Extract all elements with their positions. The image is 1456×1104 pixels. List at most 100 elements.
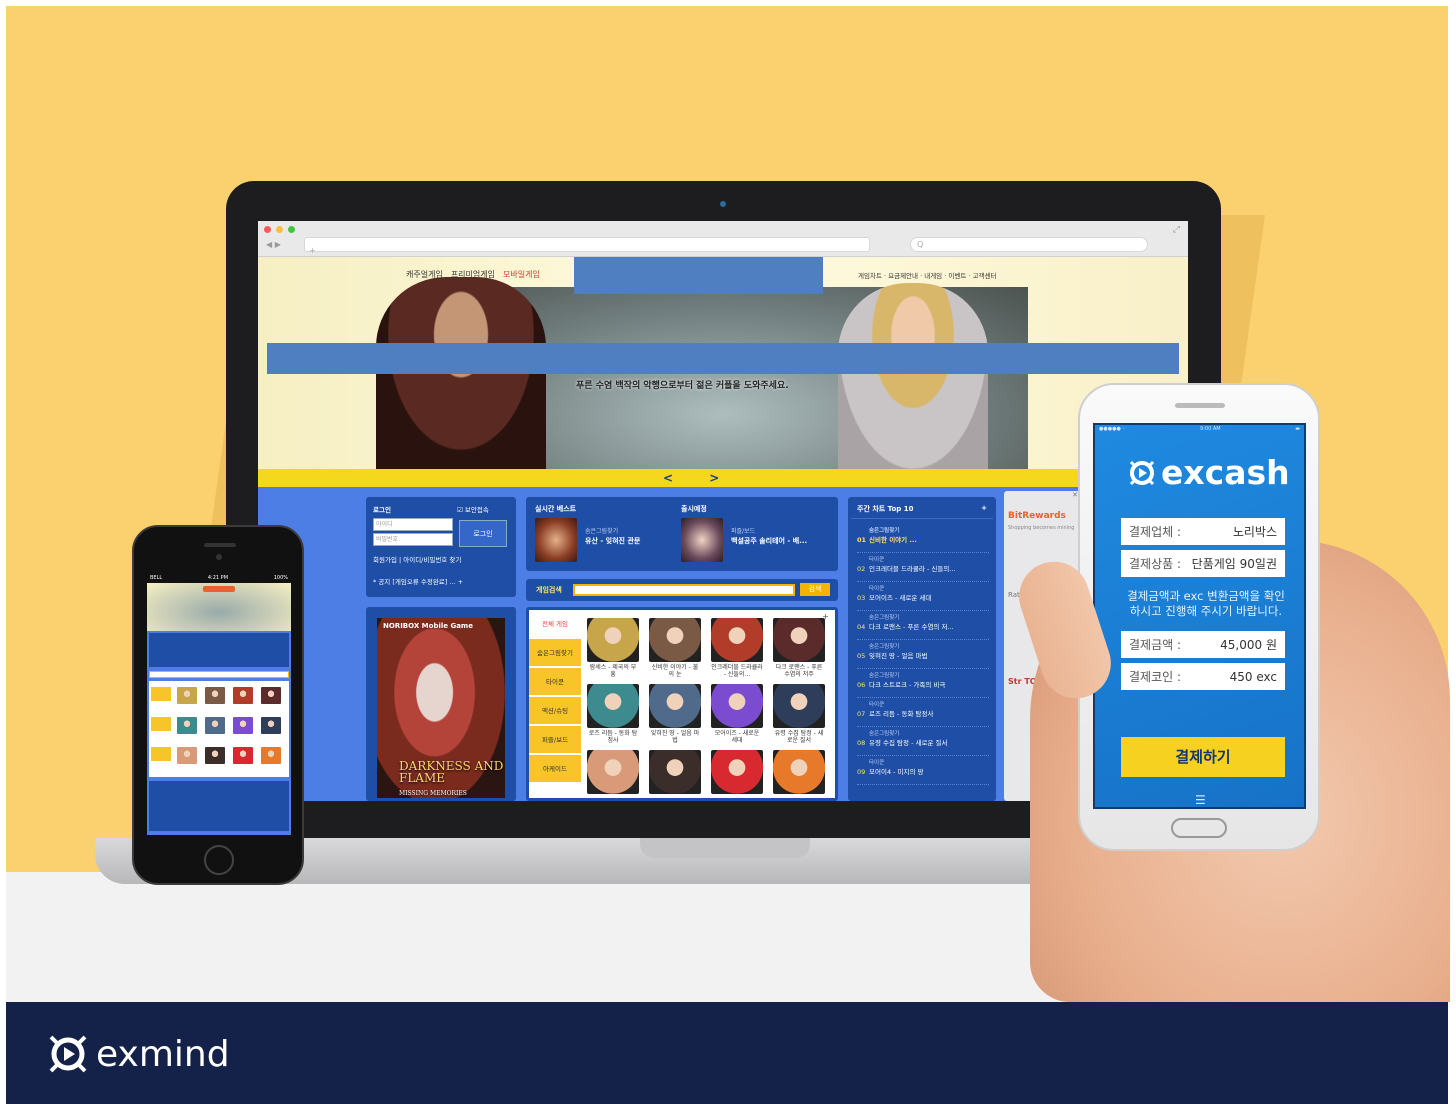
secure-login-checkbox[interactable]: ☑ 보안접속: [457, 504, 489, 514]
weekly-more-icon[interactable]: +: [981, 504, 987, 512]
realtime-game-name[interactable]: 유산 - 잊혀진 관문: [585, 536, 640, 546]
mini-game-thumb[interactable]: [233, 717, 253, 734]
address-bar[interactable]: +: [304, 237, 870, 255]
laptop-notch: [640, 838, 810, 858]
weekly-item[interactable]: 타이쿤 09 모어이4 - 미지의 땅: [857, 758, 989, 785]
fullscreen-icon[interactable]: ⤢: [1173, 225, 1180, 235]
back-forward-icons[interactable]: ◀ ▶: [266, 240, 281, 249]
game-card[interactable]: [711, 750, 763, 796]
weekly-item[interactable]: 숨은그림찾기 06 다크 스트로크 - 가족의 비극: [857, 671, 989, 698]
release-game-name[interactable]: 백설공주 솔리테어 - 배...: [731, 536, 807, 546]
weekly-item[interactable]: 숨은그림찾기 08 유령 수집 탐정 - 새로운 질서: [857, 729, 989, 756]
mini-category[interactable]: [151, 687, 171, 701]
mini-game-thumb[interactable]: [177, 747, 197, 764]
mini-game-thumb[interactable]: [233, 747, 253, 764]
game-thumbnail[interactable]: [773, 618, 825, 662]
maximize-dot-icon[interactable]: [288, 226, 295, 233]
game-thumbnail[interactable]: [587, 618, 639, 662]
game-card[interactable]: 유령 수집 탐정 - 새로운 질서: [773, 684, 825, 744]
game-card[interactable]: 다크 로맨스 - 푸른 수염의 저주: [773, 618, 825, 678]
game-thumbnail[interactable]: [587, 750, 639, 794]
game-thumbnail[interactable]: [587, 684, 639, 728]
game-thumbnail[interactable]: [711, 750, 763, 794]
game-card[interactable]: [587, 750, 639, 796]
home-button[interactable]: [204, 845, 234, 875]
game-card[interactable]: 잊혀진 땅 - 얼음 마법: [649, 684, 701, 744]
game-card[interactable]: 람세스 - 제국의 부흥: [587, 618, 639, 678]
game-card[interactable]: 인크레더블 드라큘라 - 신들의...: [711, 618, 763, 678]
game-thumbnail[interactable]: [649, 618, 701, 662]
browser-search-input[interactable]: Q: [910, 237, 1148, 252]
game-thumbnail[interactable]: [649, 750, 701, 794]
mini-game-thumb[interactable]: [261, 717, 281, 734]
more-plus-icon[interactable]: +: [822, 612, 829, 621]
game-search-input[interactable]: [573, 584, 795, 596]
mini-search[interactable]: [149, 671, 289, 678]
menu-premium[interactable]: 프리미엄게임: [451, 269, 495, 280]
game-thumbnail[interactable]: [711, 618, 763, 662]
weekly-item[interactable]: 숨은그림찾기 04 다크 로맨스 - 푸른 수염의 저...: [857, 613, 989, 640]
weekly-item[interactable]: 숨은그림찾기 01 신비한 이야기 ...: [857, 526, 989, 553]
mini-game-thumb[interactable]: [205, 717, 225, 734]
weekly-rank: 09: [857, 768, 866, 776]
mini-category[interactable]: [151, 747, 171, 761]
slider-arrows-icon[interactable]: < >: [663, 471, 735, 485]
category-arcade[interactable]: 아케이드: [529, 755, 581, 784]
hamburger-menu-icon[interactable]: ☰: [1195, 793, 1206, 807]
game-thumbnail[interactable]: [773, 750, 825, 794]
search-button[interactable]: 검색: [800, 583, 830, 596]
weekly-item[interactable]: 숨은그림찾기 05 잊혀진 땅 - 얼음 마법: [857, 642, 989, 669]
menu-casual[interactable]: 캐주얼게임: [406, 269, 443, 280]
utility-menu[interactable]: 게임차트 · 요금제안내 · 내게임 · 이벤트 · 고객센터: [858, 270, 996, 280]
amount-row: 결제금액 : 45,000 원: [1121, 631, 1285, 658]
game-card[interactable]: [773, 750, 825, 796]
notice-line[interactable]: * 공지 [게임오류 수정완료] ... +: [373, 576, 463, 586]
close-dot-icon[interactable]: [264, 226, 271, 233]
weekly-item[interactable]: 타이쿤 03 모어이즈 - 새로운 세대: [857, 584, 989, 611]
game-card[interactable]: 로즈 리듬 - 동화 탐정사: [587, 684, 639, 744]
password-input[interactable]: 비밀번호: [373, 533, 453, 546]
excash-logo-icon: [1129, 460, 1155, 485]
mini-game-thumb[interactable]: [205, 687, 225, 704]
game-thumbnail[interactable]: [773, 684, 825, 728]
pay-button[interactable]: 결제하기: [1121, 737, 1285, 777]
game-card[interactable]: 신비한 이야기 - 불의 눈: [649, 618, 701, 678]
weekly-game-name: 모어이4 - 미지의 땅: [869, 768, 924, 776]
id-input[interactable]: 아이디: [373, 518, 453, 531]
mini-game-thumb[interactable]: [177, 717, 197, 734]
new-tab-icon[interactable]: +: [305, 246, 316, 255]
weekly-game-name: 다크 로맨스 - 푸른 수염의 저...: [869, 623, 954, 631]
weekly-item[interactable]: 타이쿤 07 로즈 리듬 - 동화 탐정사: [857, 700, 989, 727]
weekly-game-name: 신비한 이야기 ...: [869, 536, 917, 544]
realtime-game-thumb[interactable]: [535, 518, 577, 562]
category-action[interactable]: 액션/슈팅: [529, 697, 581, 726]
minimize-dot-icon[interactable]: [276, 226, 283, 233]
promo-title: DARKNESS AND FLAME: [399, 759, 504, 785]
login-button[interactable]: 로그인: [459, 520, 507, 547]
realtime-title: 실시간 베스트: [535, 505, 577, 513]
mini-game-thumb[interactable]: [261, 687, 281, 704]
category-tycoon[interactable]: 타이쿤: [529, 668, 581, 697]
amount-label: 결제금액 :: [1129, 638, 1182, 652]
mini-time: 4:21 PM: [207, 575, 229, 581]
product-label: 결제상품 :: [1129, 557, 1182, 571]
weekly-item[interactable]: 타이쿤 02 인크레더블 드라큘라 - 신들의...: [857, 555, 989, 582]
category-puzzle[interactable]: 퍼즐/보드: [529, 726, 581, 755]
release-game-thumb[interactable]: [681, 518, 723, 562]
mini-category[interactable]: [151, 717, 171, 731]
game-card[interactable]: 모어이즈 - 새로운 세대: [711, 684, 763, 744]
login-links[interactable]: 회원가입 | 아이디/비밀번호 찾기: [373, 554, 461, 564]
mini-game-thumb[interactable]: [177, 687, 197, 704]
mini-game-thumb[interactable]: [205, 747, 225, 764]
game-thumbnail[interactable]: [711, 684, 763, 728]
menu-mobile[interactable]: 모바일게임: [503, 269, 540, 280]
category-all[interactable]: 전체 게임: [529, 610, 581, 639]
game-thumbnail[interactable]: [649, 684, 701, 728]
category-hidden-object[interactable]: 숨은그림찾기: [529, 639, 581, 668]
home-button[interactable]: [1171, 818, 1227, 838]
small-phone: BELL 4:21 PM 100%: [132, 525, 304, 885]
mobile-game-promo[interactable]: NORIBOX Mobile Game DARKNESS AND FLAME M…: [366, 607, 516, 801]
game-card[interactable]: [649, 750, 701, 796]
mini-game-thumb[interactable]: [261, 747, 281, 764]
mini-game-thumb[interactable]: [233, 687, 253, 704]
